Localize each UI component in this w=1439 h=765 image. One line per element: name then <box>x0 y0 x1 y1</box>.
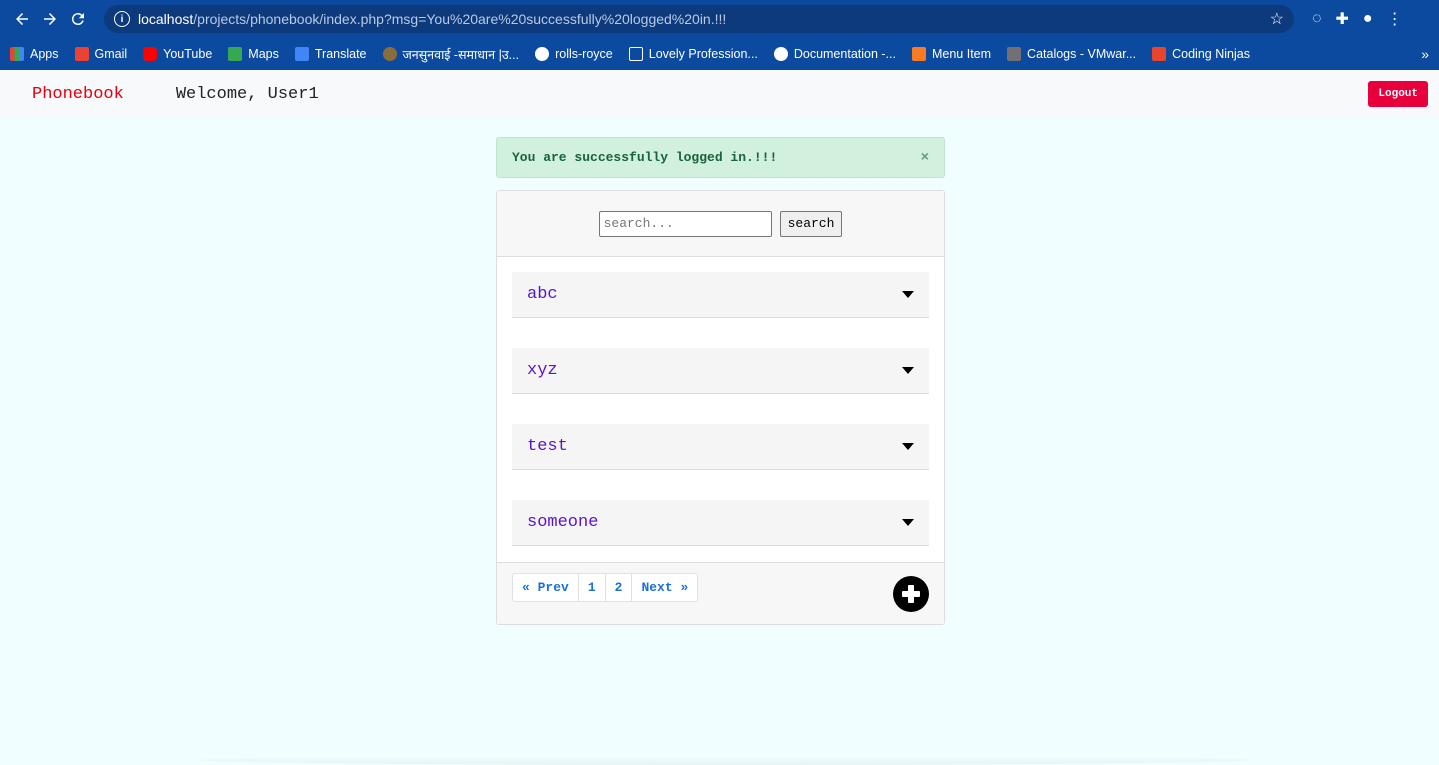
menu-dots-icon[interactable]: ⋮ <box>1387 9 1403 29</box>
caret-down-icon[interactable] <box>902 443 914 450</box>
bookmark-rolls-royce[interactable]: rolls-royce <box>535 47 613 61</box>
caret-down-icon[interactable] <box>902 367 914 374</box>
reload-icon[interactable] <box>64 5 92 33</box>
contact-item[interactable]: test <box>512 424 929 470</box>
puzzle-icon[interactable]: ✚ <box>1336 9 1349 29</box>
bookmarks-bar: Apps Gmail YouTube Maps Translate जनसुनव… <box>0 38 1439 70</box>
maps-icon <box>228 47 243 61</box>
bookmark-maps[interactable]: Maps <box>228 47 279 61</box>
bookmark-gmail[interactable]: Gmail <box>74 47 127 61</box>
coding-ninjas-icon <box>1152 47 1167 61</box>
gmail-icon <box>74 47 89 61</box>
success-alert: You are successfully logged in.!!! × <box>496 137 945 178</box>
caret-down-icon[interactable] <box>902 291 914 298</box>
profile-icon[interactable]: ● <box>1363 10 1373 28</box>
xampp-icon <box>911 47 926 61</box>
bookmark-apps[interactable]: Apps <box>10 47 59 61</box>
card-footer: « Prev 1 2 Next » <box>497 562 944 624</box>
bookmark-youtube[interactable]: YouTube <box>143 47 212 61</box>
site-navbar: Phonebook Welcome, User1 Logout <box>0 70 1439 118</box>
sync-icon[interactable]: ◌ <box>1312 10 1322 28</box>
back-icon[interactable] <box>8 5 36 33</box>
welcome-text: Welcome, User1 <box>175 84 319 104</box>
bookmark-coding-ninjas[interactable]: Coding Ninjas <box>1152 47 1250 61</box>
url-host: localhost <box>138 11 194 27</box>
prev-page-link[interactable]: « Prev <box>513 574 579 601</box>
globe-icon <box>535 47 550 61</box>
phonebook-card: search abc xyz test someone « Prev <box>496 190 945 625</box>
url-path: /projects/phonebook/index.php?msg=You%20… <box>193 11 727 27</box>
forward-icon[interactable] <box>36 5 64 33</box>
contact-item[interactable]: someone <box>512 500 929 546</box>
contact-item[interactable]: abc <box>512 272 929 318</box>
info-icon[interactable]: i <box>114 11 130 27</box>
main-content: You are successfully logged in.!!! × sea… <box>496 137 945 625</box>
translate-icon <box>294 47 309 61</box>
contact-name: test <box>527 437 568 456</box>
vmware-icon <box>1007 47 1022 61</box>
apps-grid-icon <box>10 47 24 61</box>
browser-toolbar: i localhost/projects/phonebook/index.php… <box>0 0 1439 38</box>
search-bar: search <box>497 191 944 257</box>
search-input[interactable] <box>598 210 772 237</box>
next-page-link[interactable]: Next » <box>632 574 697 601</box>
address-bar[interactable]: i localhost/projects/phonebook/index.php… <box>104 5 1294 33</box>
contact-name: xyz <box>527 361 558 380</box>
contact-name: someone <box>527 513 599 532</box>
globe-icon <box>773 47 788 61</box>
brand-link[interactable]: Phonebook <box>32 85 124 104</box>
bookmark-star-icon[interactable]: ☆ <box>1270 9 1284 29</box>
external-link-icon <box>628 47 643 61</box>
bookmark-jansunwai[interactable]: जनसुनवाई -समाधान |उ... <box>382 46 519 63</box>
emblem-icon <box>382 47 397 61</box>
page-link-1[interactable]: 1 <box>579 574 606 601</box>
bottom-shadow <box>200 755 1250 765</box>
contact-item[interactable]: xyz <box>512 348 929 394</box>
logout-button[interactable]: Logout <box>1368 81 1428 107</box>
bookmark-menu-item[interactable]: Menu Item <box>911 47 991 61</box>
contact-name: abc <box>527 285 558 304</box>
more-bookmarks-icon[interactable]: » <box>1421 46 1429 62</box>
pagination: « Prev 1 2 Next » <box>512 573 699 602</box>
page-link-2[interactable]: 2 <box>606 574 633 601</box>
youtube-icon <box>143 47 158 61</box>
bookmark-documentation[interactable]: Documentation -... <box>773 47 896 61</box>
bookmark-vmware[interactable]: Catalogs - VMwar... <box>1007 47 1136 61</box>
browser-chrome: i localhost/projects/phonebook/index.php… <box>0 0 1439 70</box>
alert-message: You are successfully logged in.!!! <box>512 150 778 165</box>
extensions-area: ◌ ✚ ● ⋮ <box>1312 9 1403 29</box>
contact-list: abc xyz test someone <box>497 257 944 546</box>
caret-down-icon[interactable] <box>902 519 914 526</box>
search-button[interactable]: search <box>779 210 843 237</box>
bookmark-translate[interactable]: Translate <box>294 47 367 61</box>
add-contact-icon[interactable] <box>893 576 929 612</box>
close-icon[interactable]: × <box>921 150 929 166</box>
bookmark-lovely-professional[interactable]: Lovely Profession... <box>628 47 758 61</box>
